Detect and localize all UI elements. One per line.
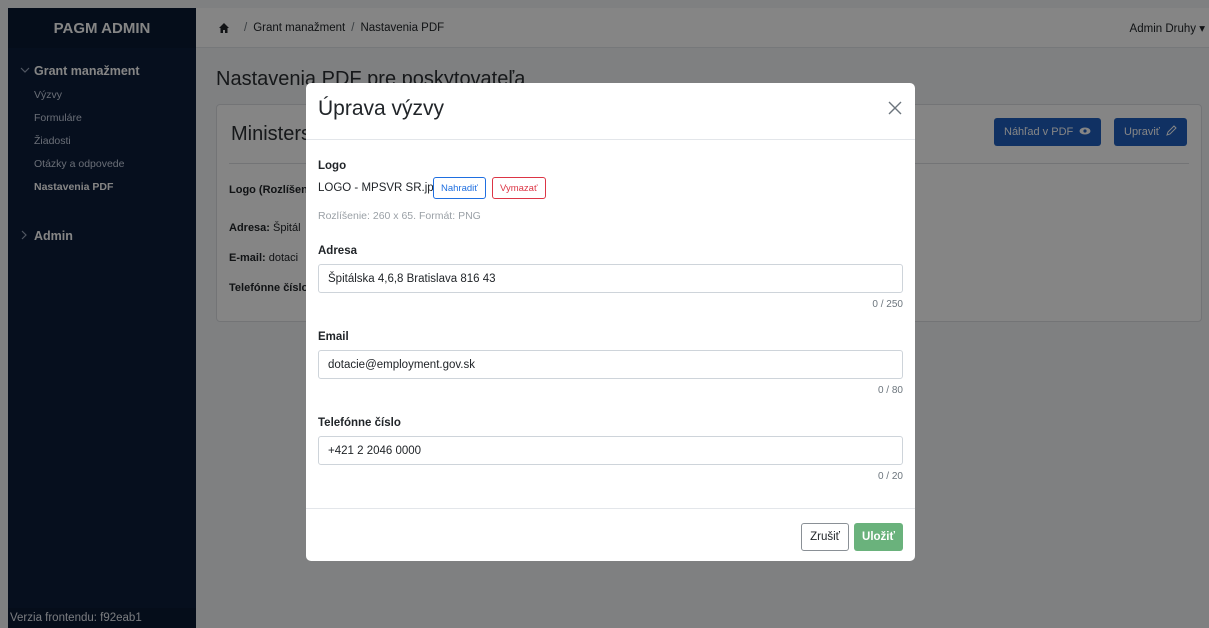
address-label: Adresa [318,245,357,257]
phone-counter: 0 / 20 [877,471,903,482]
address-counter: 0 / 250 [872,299,903,310]
email-counter: 0 / 80 [877,385,903,396]
modal-title: Úprava výzvy [318,97,445,120]
phone-input[interactable]: +421 2 2046 0000 [318,436,903,465]
replace-logo-button[interactable]: Nahradiť [433,177,486,199]
address-input[interactable]: Špitálska 4,6,8 Bratislava 816 43 [318,264,903,293]
logo-hint: Rozlíšenie: 260 x 65. Formát: PNG [318,210,481,222]
modal-footer: Zrušiť Uložiť [306,508,915,561]
email-input[interactable]: dotacie@employment.gov.sk [318,350,903,379]
modal-header: Úprava výzvy [306,83,915,140]
close-icon[interactable] [885,99,905,119]
logo-label: Logo [318,160,347,172]
cancel-button[interactable]: Zrušiť [801,523,849,551]
email-label: Email [318,331,349,343]
delete-logo-button[interactable]: Vymazať [492,177,546,199]
logo-filename: LOGO - MPSVR SR.jpg [318,182,441,194]
phone-label: Telefónne číslo [318,417,401,429]
save-button[interactable]: Uložiť [854,523,903,551]
edit-modal: Úprava výzvy Logo LOGO - MPSVR SR.jpg Na… [306,83,915,561]
